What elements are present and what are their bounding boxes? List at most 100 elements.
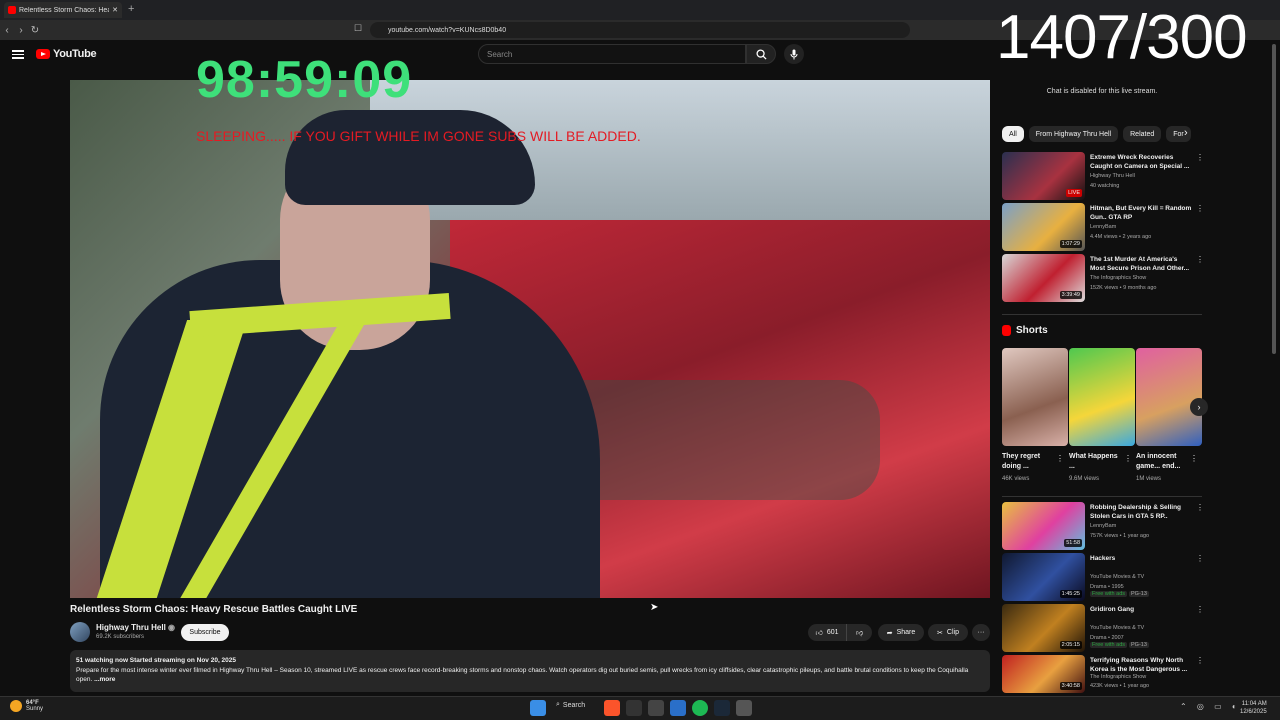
sub-goal-counter-overlay: 1407/300 bbox=[996, 3, 1248, 72]
chip-all[interactable]: All bbox=[1002, 126, 1024, 142]
tab-title: Relentless Storm Chaos: Heav bbox=[19, 6, 110, 14]
recommended-video[interactable]: 1:45:25 Hackers YouTube Movies & TV Dram… bbox=[1002, 553, 1204, 601]
bookmark-icon[interactable]: ☐ bbox=[354, 23, 362, 34]
more-vert-icon[interactable]: ⋮ bbox=[1196, 153, 1204, 162]
video-title: Hackers bbox=[1090, 555, 1116, 562]
voice-search-button[interactable] bbox=[784, 44, 804, 64]
recommended-video[interactable]: 3:40:58 Terrifying Reasons Why North Kor… bbox=[1002, 655, 1204, 693]
filter-chips: All From Highway Thru Hell Related For bbox=[1002, 126, 1191, 142]
taskbar-clock[interactable]: 11:04 AM 12/6/2025 bbox=[1240, 700, 1267, 716]
menu-icon[interactable] bbox=[12, 48, 24, 60]
short-thumbnail[interactable] bbox=[1136, 348, 1202, 446]
video-thumbnail: 3:39:49 bbox=[1002, 254, 1085, 302]
chip-from-channel[interactable]: From Highway Thru Hell bbox=[1028, 126, 1119, 142]
duration-badge: 2:05:15 bbox=[1059, 641, 1082, 649]
video-meta: 152K views • 9 months ago bbox=[1090, 285, 1157, 291]
more-vert-icon[interactable]: ⋮ bbox=[1196, 554, 1204, 563]
like-button[interactable]: 👍︎ 601 bbox=[808, 624, 846, 641]
system-tray-icons[interactable]: ⌃ ◎ ▭ ◐ bbox=[1180, 702, 1241, 711]
shorts-icon bbox=[1002, 325, 1011, 336]
description-more-link[interactable]: ...more bbox=[94, 676, 115, 683]
video-title: Hitman, But Every Kill = Random Gun.. GT… bbox=[1090, 205, 1192, 221]
more-vert-icon[interactable]: ⋮ bbox=[1056, 454, 1064, 463]
channel-name: The Infographics Show bbox=[1090, 275, 1147, 281]
chevron-right-icon[interactable]: › bbox=[1184, 127, 1188, 139]
search-button[interactable] bbox=[746, 44, 776, 64]
sun-icon bbox=[10, 700, 22, 712]
search-icon bbox=[755, 48, 767, 60]
more-vert-icon[interactable]: ⋮ bbox=[1196, 204, 1204, 213]
video-title: Robbing Dealership & Selling Stolen Cars… bbox=[1090, 504, 1182, 520]
more-vert-icon[interactable]: ⋮ bbox=[1124, 454, 1132, 463]
description-box[interactable]: 51 watching now Started streaming on Nov… bbox=[70, 650, 990, 692]
duration-badge: 1:07:29 bbox=[1059, 240, 1082, 248]
recommended-video[interactable]: 2:05:15 Gridiron Gang YouTube Movies & T… bbox=[1002, 604, 1204, 652]
clip-button[interactable]: ✂ Clip bbox=[928, 624, 968, 641]
video-player[interactable] bbox=[70, 80, 990, 598]
more-vert-icon[interactable]: ⋮ bbox=[1196, 255, 1204, 264]
thumbs-down-icon: 👎︎ bbox=[855, 630, 864, 637]
short-thumbnail[interactable] bbox=[1069, 348, 1135, 446]
scrollbar[interactable] bbox=[1272, 44, 1276, 354]
recommended-video[interactable]: 1:07:29 Hitman, But Every Kill = Random … bbox=[1002, 203, 1204, 251]
description-stats: 51 watching now Started streaming on Nov… bbox=[76, 657, 237, 664]
more-vert-icon[interactable]: ⋮ bbox=[1196, 656, 1204, 665]
terminal-icon[interactable] bbox=[626, 700, 642, 716]
dislike-button[interactable]: 👎︎ bbox=[846, 624, 872, 641]
more-vert-icon[interactable]: ⋮ bbox=[1190, 454, 1198, 463]
video-meta: 757K views • 1 year ago bbox=[1090, 533, 1150, 539]
share-button[interactable]: ➦ Share bbox=[878, 624, 924, 641]
brave-browser-icon[interactable] bbox=[604, 700, 620, 716]
steam-icon[interactable] bbox=[714, 700, 730, 716]
short-views: 1M views bbox=[1136, 476, 1162, 482]
video-meta: Drama • 2007 bbox=[1090, 635, 1124, 641]
clock-time: 11:04 AM bbox=[1241, 701, 1267, 707]
new-tab-button[interactable]: + bbox=[128, 3, 134, 15]
weather-condition: Sunny bbox=[26, 706, 44, 712]
video-thumbnail: 3:40:58 bbox=[1002, 655, 1085, 693]
subscribe-button[interactable]: Subscribe bbox=[181, 624, 229, 641]
recommended-video[interactable]: 51:58 Robbing Dealership & Selling Stole… bbox=[1002, 502, 1204, 550]
reload-icon[interactable]: ↻ bbox=[28, 23, 42, 37]
windows-start-icon[interactable] bbox=[530, 700, 546, 716]
url-field[interactable]: youtube.com/watch?v=KUNcs8D0b40 bbox=[370, 22, 910, 38]
shorts-heading: Shorts bbox=[1002, 325, 1048, 336]
subscriber-count: 69.2K subscribers bbox=[96, 634, 145, 640]
back-icon[interactable]: ‹ bbox=[0, 23, 14, 37]
browser-tab[interactable]: Relentless Storm Chaos: Heav ✕ bbox=[4, 2, 122, 18]
channel-name: LennyBam bbox=[1090, 224, 1117, 230]
video-meta: Drama • 1995 bbox=[1090, 584, 1124, 590]
thumbs-up-icon: 👍︎ bbox=[815, 630, 823, 637]
short-thumbnail[interactable] bbox=[1002, 348, 1068, 446]
tab-close-icon[interactable]: ✕ bbox=[112, 6, 118, 14]
short-title[interactable]: An innocent game... end... bbox=[1136, 452, 1192, 472]
chip-related[interactable]: Related bbox=[1123, 126, 1162, 142]
forward-icon[interactable]: › bbox=[14, 23, 28, 37]
channel-name: YouTube Movies & TV bbox=[1090, 625, 1145, 631]
app-icon[interactable] bbox=[648, 700, 664, 716]
recommended-video[interactable]: 3:39:49 The 1st Murder At America's Most… bbox=[1002, 254, 1204, 302]
more-actions-button[interactable]: ··· bbox=[972, 624, 990, 641]
video-title: Gridiron Gang bbox=[1090, 606, 1135, 613]
notepad-icon[interactable] bbox=[736, 700, 752, 716]
video-thumbnail: 2:05:15 bbox=[1002, 604, 1085, 652]
video-meta: 423K views • 1 year ago bbox=[1090, 683, 1150, 689]
youtube-logo[interactable]: YouTube bbox=[36, 48, 97, 60]
more-vert-icon[interactable]: ⋮ bbox=[1196, 503, 1204, 512]
taskbar-search-label: Search bbox=[562, 701, 586, 709]
channel-avatar[interactable] bbox=[70, 622, 90, 642]
channel-name: Highway Thru Hell bbox=[1090, 173, 1135, 179]
video-thumbnail: LIVE bbox=[1002, 152, 1085, 200]
search-input[interactable]: Search bbox=[478, 44, 746, 64]
app-icon[interactable] bbox=[670, 700, 686, 716]
more-vert-icon[interactable]: ⋮ bbox=[1196, 605, 1204, 614]
short-title[interactable]: They regret doing ... bbox=[1002, 452, 1058, 472]
like-count: 601 bbox=[826, 629, 839, 636]
short-title[interactable]: What Happens ... bbox=[1069, 452, 1125, 472]
recommended-video[interactable]: LIVE Extreme Wreck Recoveries Caught on … bbox=[1002, 152, 1204, 200]
taskbar-search[interactable]: ⌕ Search bbox=[556, 701, 585, 709]
channel-name[interactable]: Highway Thru Hell ◉ bbox=[96, 623, 175, 632]
spotify-icon[interactable] bbox=[692, 700, 708, 716]
weather-widget[interactable]: 64°F Sunny bbox=[10, 700, 43, 712]
chevron-right-icon[interactable]: › bbox=[1190, 398, 1208, 416]
